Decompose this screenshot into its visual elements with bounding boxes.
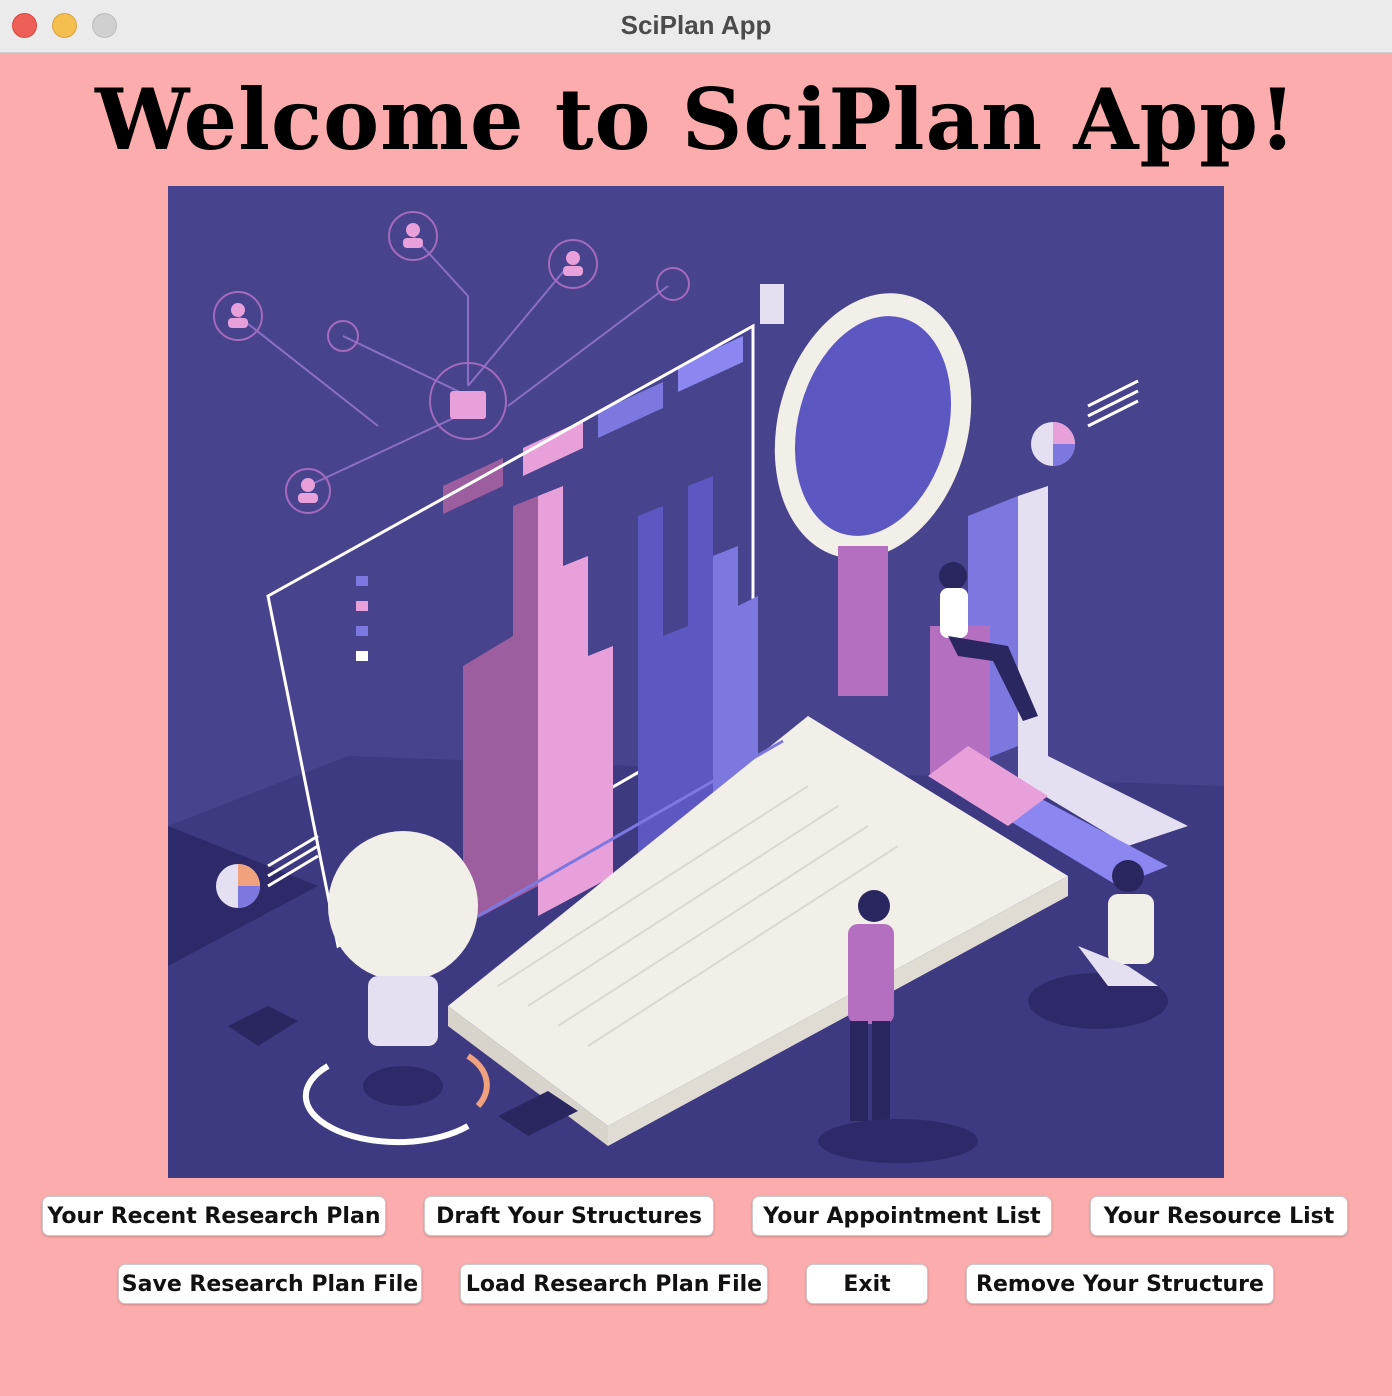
main-panel: Welcome to SciPlan App! Your Recent Rese… bbox=[0, 54, 1392, 1396]
recent-research-plan-button[interactable]: Your Recent Research Plan bbox=[42, 1196, 386, 1236]
save-research-plan-button[interactable]: Save Research Plan File bbox=[118, 1264, 422, 1304]
appointment-list-button[interactable]: Your Appointment List bbox=[752, 1196, 1052, 1236]
exit-button[interactable]: Exit bbox=[806, 1264, 928, 1304]
window-title: SciPlan App bbox=[620, 10, 772, 40]
draft-structures-button[interactable]: Draft Your Structures bbox=[424, 1196, 714, 1236]
title-bar: SciPlan App bbox=[0, 0, 1392, 53]
remove-structure-button[interactable]: Remove Your Structure bbox=[966, 1264, 1274, 1304]
resource-list-button[interactable]: Your Resource List bbox=[1090, 1196, 1348, 1236]
load-research-plan-button[interactable]: Load Research Plan File bbox=[460, 1264, 768, 1304]
research-illustration bbox=[168, 186, 1224, 1178]
welcome-heading: Welcome to SciPlan App! bbox=[95, 70, 1297, 169]
